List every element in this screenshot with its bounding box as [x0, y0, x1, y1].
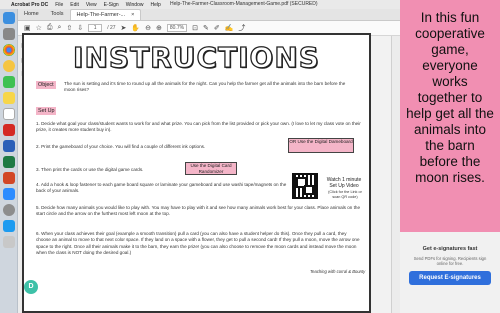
window-title: Help-The-Farmer-Classroom-Management-Gam…: [170, 1, 318, 7]
step-6-text: 6. When your class achieves their goal (…: [36, 231, 360, 255]
page-title: INSTRUCTIONS: [72, 40, 320, 74]
app-store-icon[interactable]: [2, 220, 15, 232]
word-icon[interactable]: [2, 140, 15, 152]
step-2-text: 2. Print the gameboard of your choice. Y…: [36, 144, 206, 149]
sign-icon[interactable]: ✍: [225, 24, 234, 32]
menu-help[interactable]: Help: [150, 2, 160, 8]
step-4-text: 4. Add a hook & loop fastener to each ga…: [36, 182, 287, 194]
tab-bar: Home Tools Help-The-Farmer-... ×: [18, 9, 400, 21]
trash-icon[interactable]: [2, 236, 15, 248]
launchpad-icon[interactable]: [2, 28, 15, 40]
menu-view[interactable]: View: [86, 2, 97, 8]
menu-app-name[interactable]: Acrobat Pro DC: [11, 2, 48, 8]
qr-code-image[interactable]: [292, 173, 318, 199]
tab-home[interactable]: Home: [18, 9, 45, 20]
request-esignatures-button[interactable]: Request E-signatures: [409, 271, 491, 285]
fit-page-icon[interactable]: ⊡: [192, 24, 198, 32]
tab-document[interactable]: Help-The-Farmer-... ×: [69, 9, 142, 20]
share-icon[interactable]: ⤴: [238, 23, 245, 33]
digital-gameboard-link[interactable]: OR Use the Digital Dameboard: [288, 138, 354, 153]
excel-icon[interactable]: [2, 156, 15, 168]
esign-subtitle: Send PDFs for signing. Recipients sign o…: [413, 256, 487, 267]
setup-label: Set Up: [36, 107, 57, 115]
close-tab-icon[interactable]: ×: [131, 10, 134, 20]
step-3-text: 3. Then print the cards or use the digit…: [36, 167, 144, 172]
screen: Acrobat Pro DC File Edit View E-Sign Win…: [0, 0, 500, 313]
page-down-icon[interactable]: ⇩: [77, 24, 83, 32]
promo-text: In this fun cooperative game, everyone w…: [406, 10, 494, 185]
hand-tool-icon[interactable]: ✋: [131, 24, 140, 32]
zoom-icon[interactable]: [2, 188, 15, 200]
search-icon[interactable]: ⌕: [58, 24, 62, 32]
select-tool-icon[interactable]: ➤: [121, 24, 127, 32]
right-scroll-rail[interactable]: [391, 36, 400, 313]
messages-icon[interactable]: [2, 76, 15, 88]
digital-card-randomizer-link[interactable]: Use the Digital Card Randomizer: [185, 162, 237, 175]
zoom-out-icon[interactable]: ⊖: [145, 24, 151, 32]
setup-video-hint: (Click for the Link or scan QR code): [328, 190, 362, 199]
highlight-icon[interactable]: ✐: [214, 24, 220, 32]
chrome-icon[interactable]: [2, 44, 15, 56]
acrobat-icon[interactable]: [2, 124, 15, 136]
objective-text: The sun is setting and it's time to roun…: [64, 81, 346, 93]
brand-logo: Teaching with corral & Bounty: [310, 269, 366, 274]
app-dock: [0, 9, 18, 313]
photos-icon[interactable]: [2, 60, 15, 72]
finder-icon[interactable]: [2, 12, 15, 24]
bookmark-icon[interactable]: ☆: [36, 24, 42, 32]
comment-icon[interactable]: ✎: [203, 24, 209, 32]
menu-edit[interactable]: Edit: [70, 2, 79, 8]
menu-file[interactable]: File: [55, 2, 63, 8]
menu-esign[interactable]: E-Sign: [104, 2, 119, 8]
mac-menu-bar: Acrobat Pro DC File Edit View E-Sign Win…: [0, 0, 400, 9]
menu-window[interactable]: Window: [126, 2, 144, 8]
notes-icon[interactable]: [2, 92, 15, 104]
powerpoint-icon[interactable]: [2, 172, 15, 184]
step-5-text: 5. Decide how many animals you would lik…: [36, 205, 361, 217]
calendar-icon[interactable]: [2, 108, 15, 120]
page-total: / 27: [107, 25, 116, 31]
esign-title: Get e-signatures fast: [422, 246, 478, 252]
setup-video-link[interactable]: Watch 1 minute Set Up Video: [324, 177, 364, 189]
account-avatar[interactable]: D: [24, 280, 38, 294]
zoom-select[interactable]: 80.7%: [166, 24, 188, 32]
settings-icon[interactable]: [2, 204, 15, 216]
step-1-text: 1. Decide what goal your class/student w…: [36, 121, 361, 133]
save-icon[interactable]: ▣: [24, 24, 31, 32]
page-up-icon[interactable]: ⇧: [66, 24, 72, 32]
print-icon[interactable]: ⎙: [47, 24, 53, 32]
objective-label: Object: [36, 81, 56, 89]
tab-tools[interactable]: Tools: [45, 9, 70, 20]
tab-document-label: Help-The-Farmer-...: [76, 12, 126, 18]
page-number-input[interactable]: 1: [88, 24, 103, 32]
zoom-in-icon[interactable]: ⊕: [156, 24, 162, 32]
